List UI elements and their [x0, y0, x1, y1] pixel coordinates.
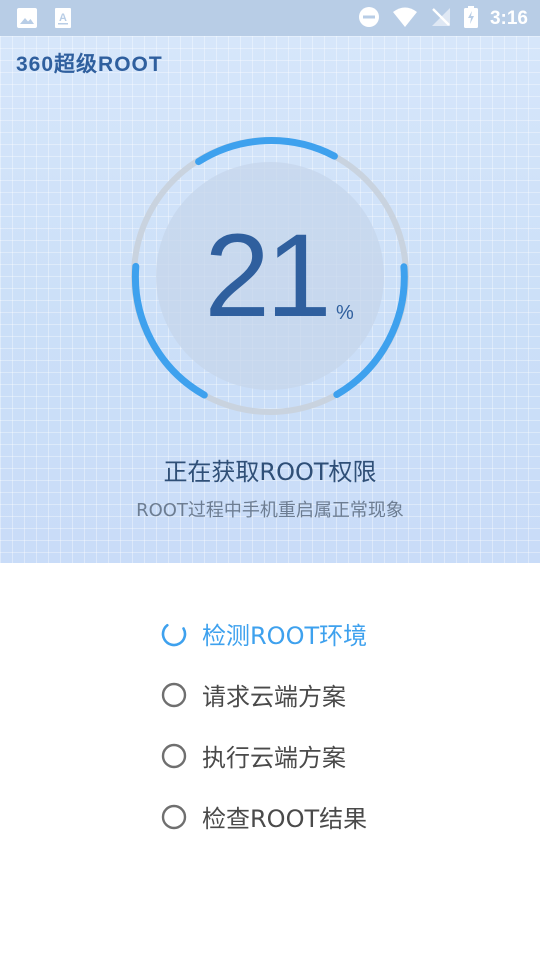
status-left-icons: A [16, 7, 72, 33]
step-label: 执行云端方案 [202, 744, 346, 772]
step-label: 检测ROOT环境 [202, 622, 368, 650]
battery-charging-icon [463, 6, 478, 32]
dial-arc-top [195, 137, 338, 166]
image-icon [16, 7, 38, 33]
status-title: 正在获取ROOT权限 [163, 458, 377, 486]
progress-percent: 21 [204, 210, 331, 342]
status-bar: A 3:16 [0, 0, 540, 36]
text-a-icon: A [54, 7, 72, 33]
step-request-cloud: 请求云端方案 [160, 664, 480, 725]
progress-unit: % [336, 302, 354, 324]
step-list: 检测ROOT环境 请求云端方案 执行云端方案 检查ROOT结果 [160, 603, 480, 847]
step-check-result: 检查ROOT结果 [160, 786, 480, 847]
status-right-icons: 3:16 [358, 6, 528, 32]
status-time: 3:16 [489, 8, 528, 29]
wifi-icon [392, 6, 418, 32]
step-label: 请求云端方案 [202, 683, 346, 711]
step-check-environment: 检测ROOT环境 [160, 603, 480, 664]
pending-circle-icon [160, 803, 188, 831]
do-not-disturb-icon [358, 6, 380, 32]
step-label: 检查ROOT结果 [202, 805, 368, 833]
pending-circle-icon [160, 681, 188, 709]
svg-text:A: A [59, 12, 67, 24]
pending-circle-icon [160, 742, 188, 770]
loading-spinner-icon [160, 620, 188, 648]
hero-panel: 360超级ROOT 21 % 正在获取ROOT权限 ROOT过程中手机重启属正常… [0, 36, 540, 563]
step-execute-cloud: 执行云端方案 [160, 725, 480, 786]
status-subtitle: ROOT过程中手机重启属正常现象 [136, 500, 404, 521]
app-logo: 360超级ROOT [16, 53, 163, 76]
no-signal-icon [430, 6, 452, 32]
